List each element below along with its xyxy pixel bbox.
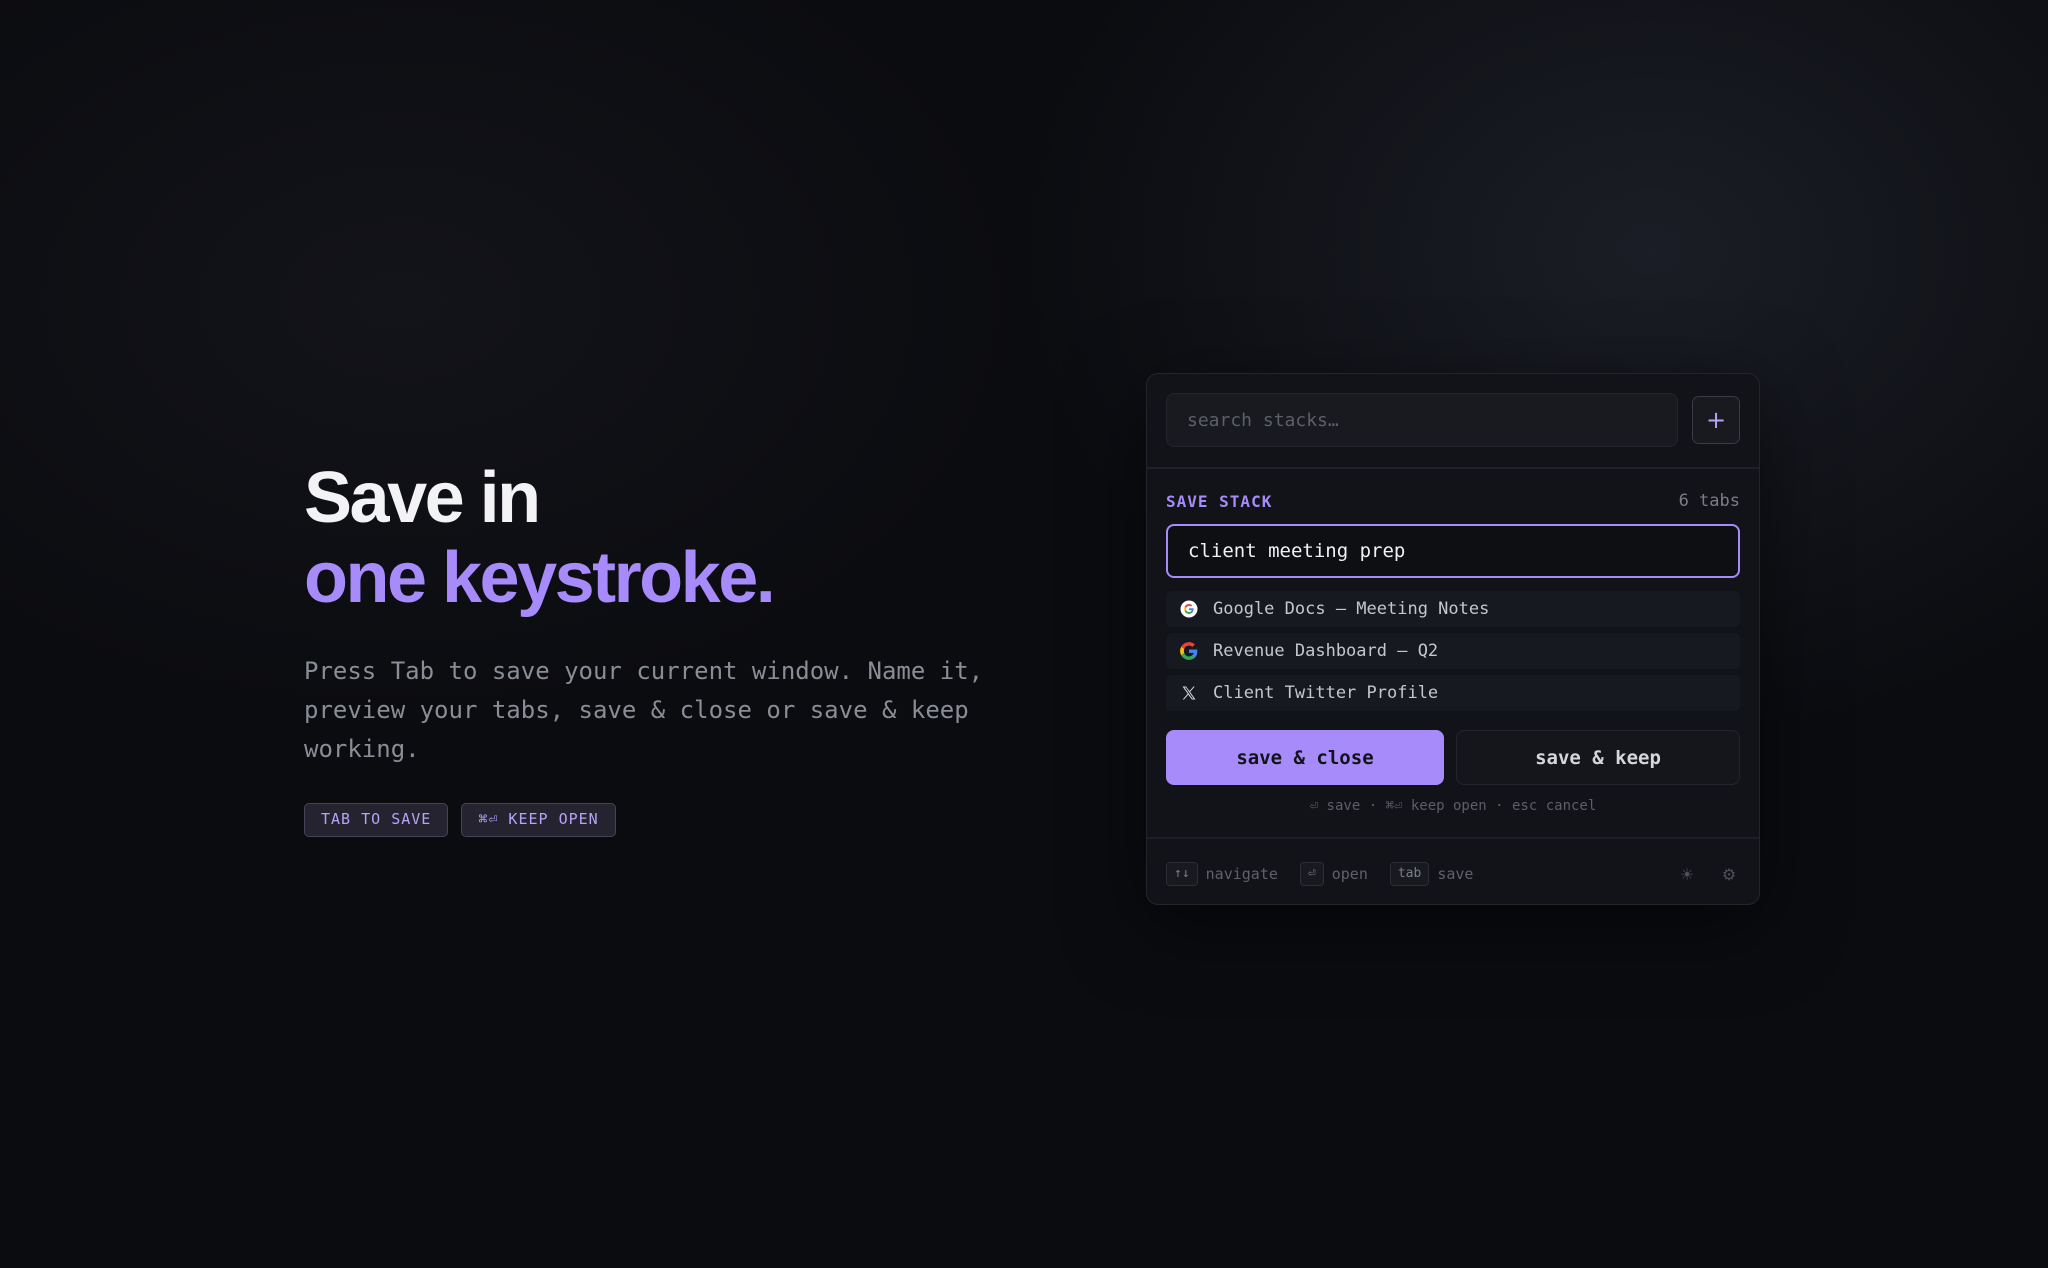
hero-title: Save in one keystroke. [304, 458, 1044, 618]
settings-gear-icon[interactable]: ⚙ [1718, 863, 1740, 885]
kbd-save-label: save [1437, 865, 1474, 883]
hero-section: Save in one keystroke. Press Tab to save… [304, 458, 1044, 837]
tab-item[interactable]: Client Twitter Profile [1166, 675, 1740, 711]
divider [1147, 467, 1759, 469]
hero-badges: TAB TO SAVE ⌘⏎ KEEP OPEN [304, 803, 1044, 837]
keyboard-hint: ⏎ save · ⌘⏎ keep open · esc cancel [1309, 798, 1597, 814]
kbd-save: tab [1389, 862, 1430, 886]
kbd-navigate: ↑↓ [1166, 862, 1198, 886]
kbd-open: ⏎ [1299, 862, 1324, 886]
google-docs-icon [1179, 599, 1199, 619]
hero-title-line-2: one keystroke. [304, 538, 776, 618]
search-row: + [1166, 393, 1740, 447]
badge-tab-to-save: TAB TO SAVE [304, 803, 449, 837]
kbd-open-label: open [1331, 865, 1368, 883]
google-icon [1179, 641, 1199, 661]
save-stack-header: SAVE STACK 6 tabs [1166, 489, 1740, 513]
add-stack-button[interactable]: + [1692, 396, 1740, 444]
tab-title: Revenue Dashboard — Q2 [1213, 641, 1439, 661]
tab-item[interactable]: Google Docs — Meeting Notes [1166, 591, 1740, 627]
divider [1147, 837, 1759, 839]
tab-title: Google Docs — Meeting Notes [1213, 599, 1490, 619]
panel-footer: ↑↓ navigate ⏎ open tab save ☀ ⚙ [1166, 861, 1740, 887]
save-and-close-button[interactable]: save & close [1166, 730, 1444, 785]
theme-toggle-icon[interactable]: ☀ [1676, 863, 1698, 885]
hero-description: Press Tab to save your current window. N… [304, 657, 984, 763]
hero-title-line-1: Save in [304, 458, 541, 538]
kbd-navigate-label: navigate [1205, 865, 1278, 883]
save-and-keep-button[interactable]: save & keep [1456, 730, 1740, 785]
tab-item[interactable]: Revenue Dashboard — Q2 [1166, 633, 1740, 669]
save-stack-label: SAVE STACK [1166, 491, 1273, 511]
search-input[interactable] [1166, 393, 1678, 447]
badge-keep-open: ⌘⏎ KEEP OPEN [461, 803, 616, 837]
stack-name-input[interactable] [1166, 524, 1740, 578]
stack-panel: + SAVE STACK 6 tabs Google Docs — Meetin… [1146, 373, 1760, 905]
tab-title: Client Twitter Profile [1213, 683, 1439, 703]
tab-list: Google Docs — Meeting Notes Revenue Dash… [1166, 591, 1740, 717]
tab-count: 6 tabs [1678, 491, 1740, 511]
x-twitter-icon [1179, 683, 1199, 703]
action-row: save & close save & keep [1166, 730, 1740, 785]
